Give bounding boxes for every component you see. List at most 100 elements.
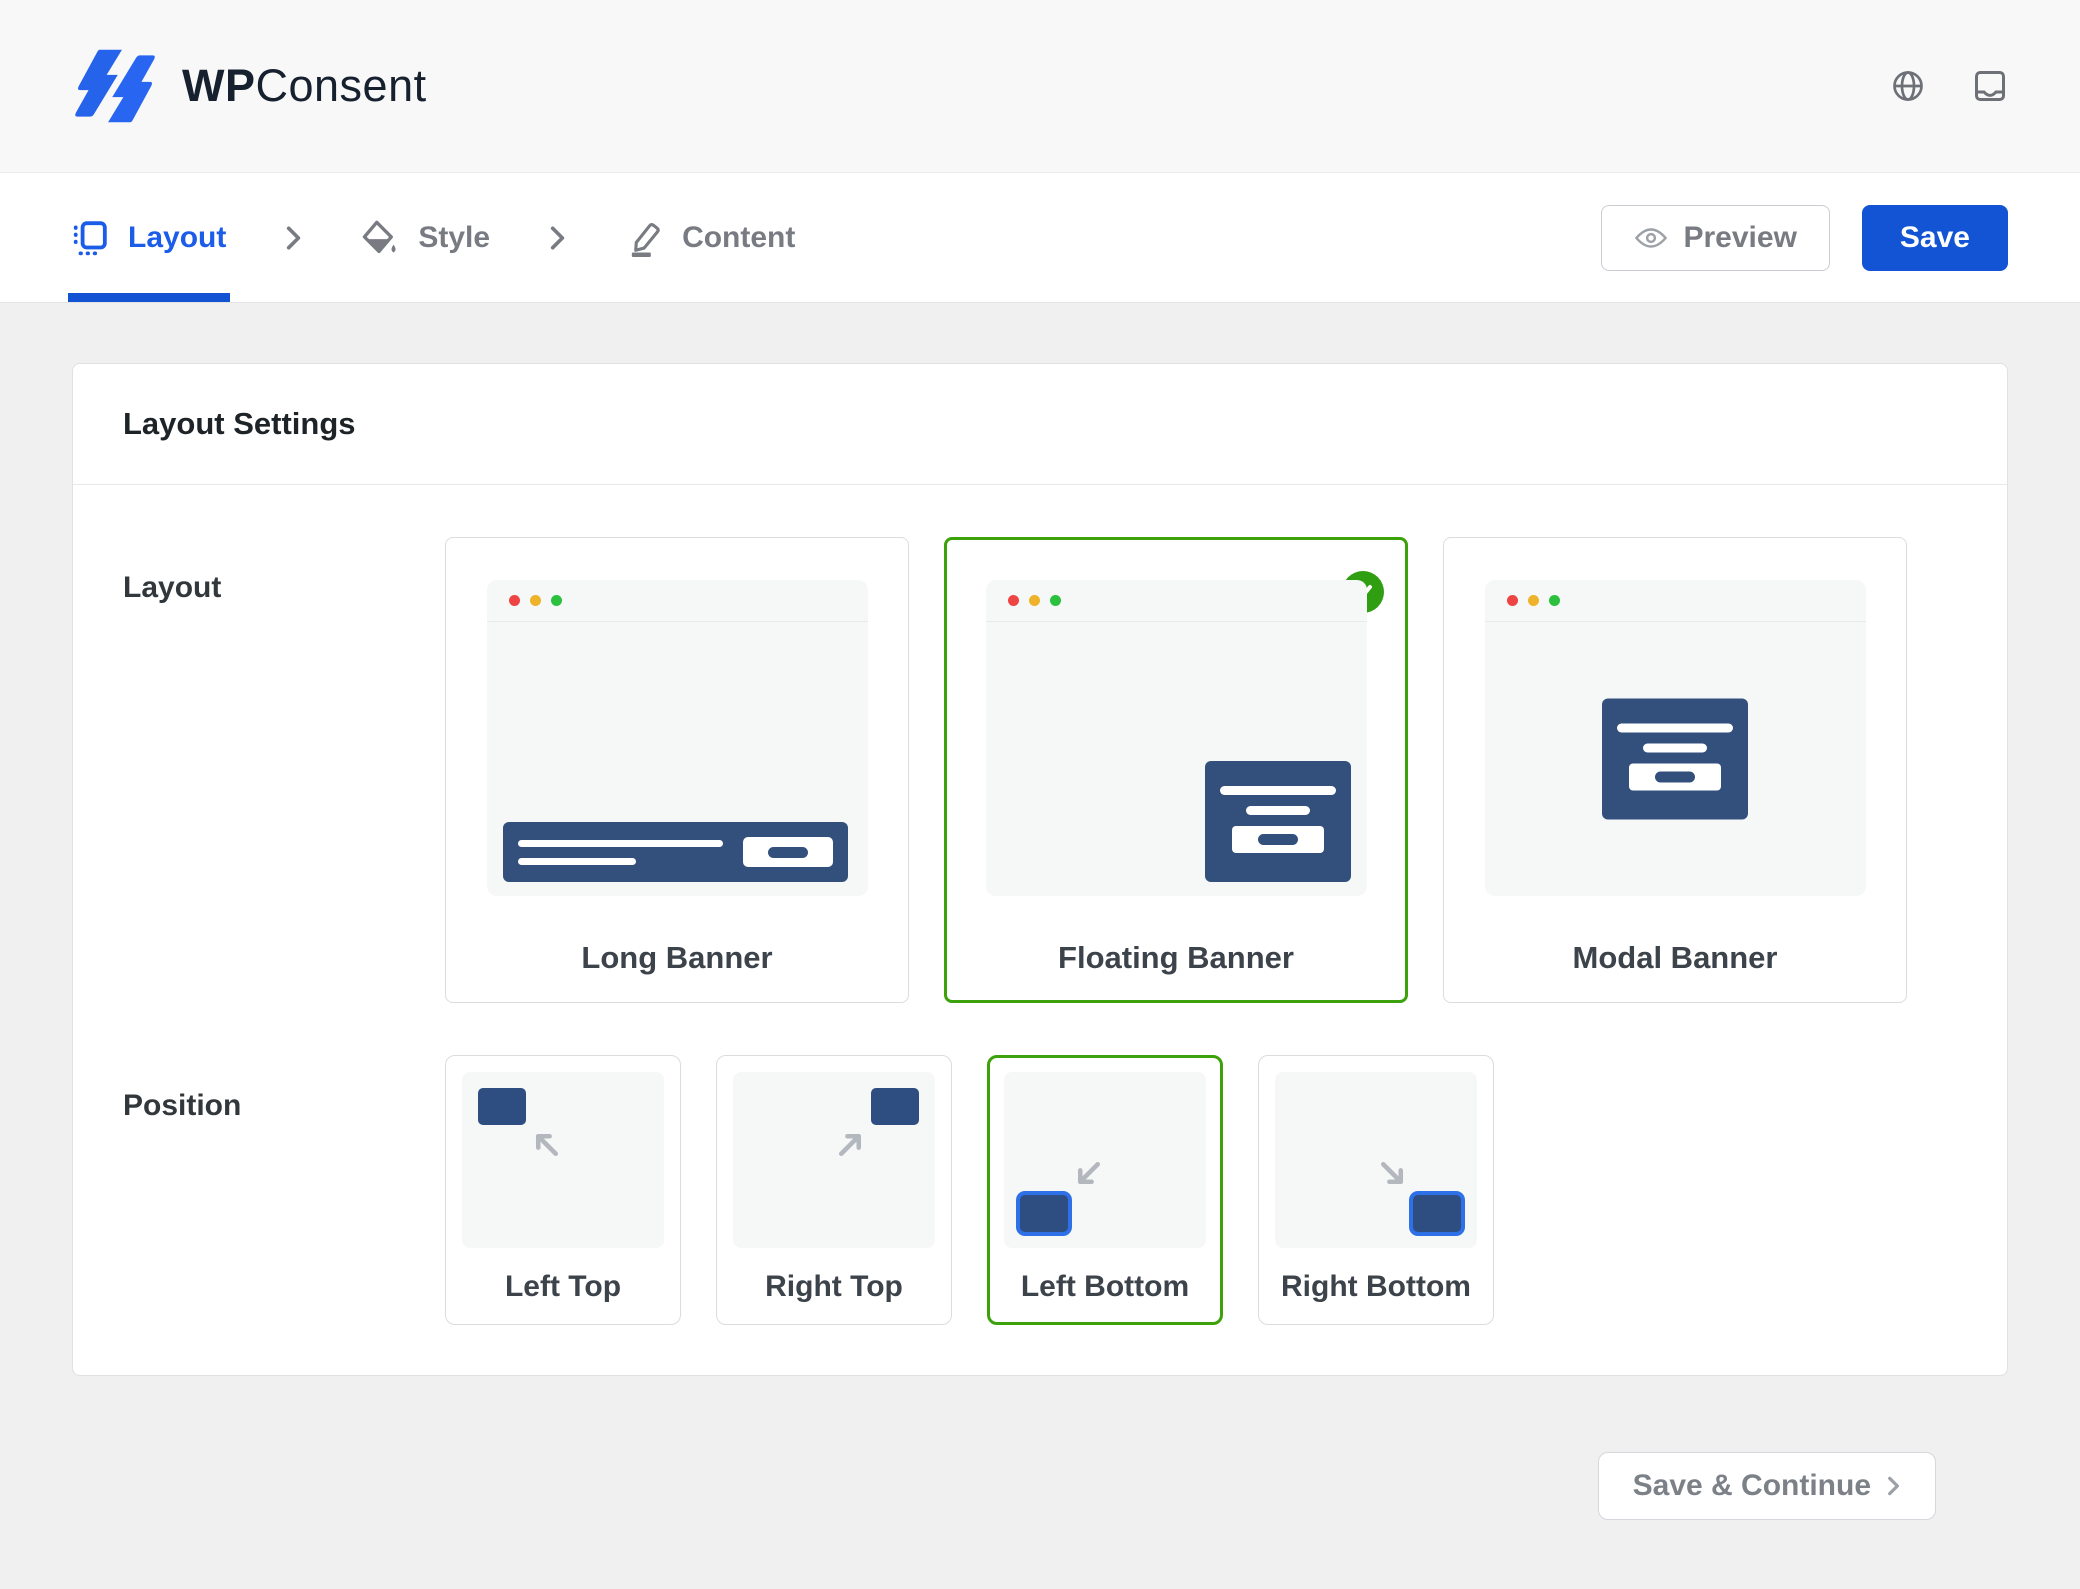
position-option-label: Right Bottom (1275, 1270, 1477, 1304)
position-preview-area (462, 1072, 664, 1248)
position-row: Position Left Top (123, 1055, 1957, 1325)
floating-banner-preview (1205, 761, 1351, 882)
position-row-label: Position (123, 1055, 445, 1325)
save-button[interactable]: Save (1862, 205, 2008, 271)
window-dot-red (1507, 595, 1518, 606)
banner-text-line (1617, 724, 1733, 733)
steps-nav: Layout Style (0, 173, 2080, 303)
window-dot-green (1050, 595, 1061, 606)
window-dot-yellow (530, 595, 541, 606)
window-dot-red (1008, 595, 1019, 606)
panel-header: Layout Settings (73, 364, 2007, 485)
preview-button-label: Preview (1684, 221, 1797, 255)
paint-bucket-icon (360, 219, 398, 257)
browser-mockup (487, 580, 868, 896)
layout-icon (72, 220, 108, 256)
preview-button[interactable]: Preview (1601, 205, 1830, 271)
browser-mockup-body (487, 622, 868, 896)
inbox-icon[interactable] (1972, 68, 2008, 104)
arrow-down-right-icon (1371, 1147, 1413, 1194)
position-option-left-top[interactable]: Left Top (445, 1055, 681, 1325)
app-header: WPConsent (0, 0, 2080, 173)
globe-icon[interactable] (1890, 68, 1926, 104)
banner-button-pill (1655, 772, 1695, 783)
panel-body: Layout (73, 485, 2007, 1375)
modal-banner-preview (1602, 699, 1748, 820)
position-option-left-bottom[interactable]: Left Bottom (987, 1055, 1223, 1325)
position-option-label: Right Top (733, 1270, 935, 1304)
chevron-right-icon (1885, 1474, 1901, 1498)
brand-name-bold: WP (182, 60, 256, 111)
banner-button-pill (1258, 834, 1298, 845)
position-options: Left Top Right Top (445, 1055, 1494, 1325)
window-dot-yellow (1029, 595, 1040, 606)
brand-name: WPConsent (182, 60, 427, 112)
save-continue-button[interactable]: Save & Continue (1598, 1452, 1936, 1520)
banner-button-placeholder (1629, 764, 1721, 791)
pencil-icon (624, 219, 662, 257)
position-option-right-bottom[interactable]: Right Bottom (1258, 1055, 1494, 1325)
tab-content[interactable]: Content (624, 173, 795, 302)
tab-style-label: Style (418, 221, 490, 255)
banner-position-rect (1020, 1195, 1068, 1232)
layout-option-label: Modal Banner (1573, 940, 1778, 976)
browser-mockup-titlebar (487, 580, 868, 622)
layout-option-floating-banner[interactable]: Floating Banner (944, 537, 1408, 1003)
banner-text-lines (518, 840, 723, 865)
window-dot-yellow (1528, 595, 1539, 606)
banner-text-line (1643, 744, 1707, 753)
window-dot-red (509, 595, 520, 606)
layout-row: Layout (123, 537, 1957, 1003)
layout-option-long-banner[interactable]: Long Banner (445, 537, 909, 1003)
banner-button-placeholder (743, 837, 833, 867)
footer-actions: Save & Continue (72, 1376, 2008, 1520)
nav-actions: Preview Save (1601, 173, 2009, 302)
banner-text-line (1246, 806, 1310, 815)
banner-text-line (518, 840, 723, 847)
layout-settings-panel: Layout Settings Layout (72, 363, 2008, 1376)
position-option-label: Left Bottom (1004, 1270, 1206, 1304)
browser-mockup (986, 580, 1367, 896)
layout-option-label: Floating Banner (1058, 940, 1294, 976)
banner-button-placeholder (1232, 826, 1324, 853)
browser-mockup-body (986, 622, 1367, 896)
tab-layout-label: Layout (128, 221, 226, 255)
arrow-up-left-icon (526, 1124, 568, 1171)
position-preview-area (1275, 1072, 1477, 1248)
layout-options: Long Banner (445, 537, 1907, 1003)
layout-row-label: Layout (123, 537, 445, 1003)
browser-mockup-titlebar (1485, 580, 1866, 622)
banner-position-rect (478, 1088, 526, 1125)
panel-title: Layout Settings (123, 406, 1957, 442)
header-icons (1890, 68, 2008, 104)
arrow-down-left-icon (1068, 1147, 1110, 1194)
position-option-label: Left Top (462, 1270, 664, 1304)
window-dot-green (1549, 595, 1560, 606)
tab-style[interactable]: Style (360, 173, 490, 302)
layout-option-label: Long Banner (581, 940, 772, 976)
layout-option-modal-banner[interactable]: Modal Banner (1443, 537, 1907, 1003)
banner-position-rect (871, 1088, 919, 1125)
save-continue-label: Save & Continue (1633, 1469, 1871, 1503)
browser-mockup-body (1485, 622, 1866, 896)
main-content: Layout Settings Layout (0, 303, 2080, 1520)
position-option-right-top[interactable]: Right Top (716, 1055, 952, 1325)
banner-text-line (1220, 786, 1336, 795)
position-preview-area (733, 1072, 935, 1248)
browser-mockup-titlebar (986, 580, 1367, 622)
banner-button-pill (768, 847, 808, 858)
step-tabs: Layout Style (72, 173, 795, 302)
banner-position-rect (1413, 1195, 1461, 1232)
banner-text-line (518, 858, 636, 865)
browser-mockup (1485, 580, 1866, 896)
tab-layout[interactable]: Layout (72, 173, 226, 302)
chevron-right-icon (546, 224, 568, 252)
brand-logo: WPConsent (72, 47, 427, 125)
long-banner-preview (503, 822, 848, 882)
wpconsent-logo-icon (72, 47, 158, 125)
arrow-up-right-icon (829, 1124, 871, 1171)
chevron-right-icon (282, 224, 304, 252)
eye-icon (1634, 226, 1668, 250)
window-dot-green (551, 595, 562, 606)
brand-name-regular: Consent (256, 60, 427, 111)
